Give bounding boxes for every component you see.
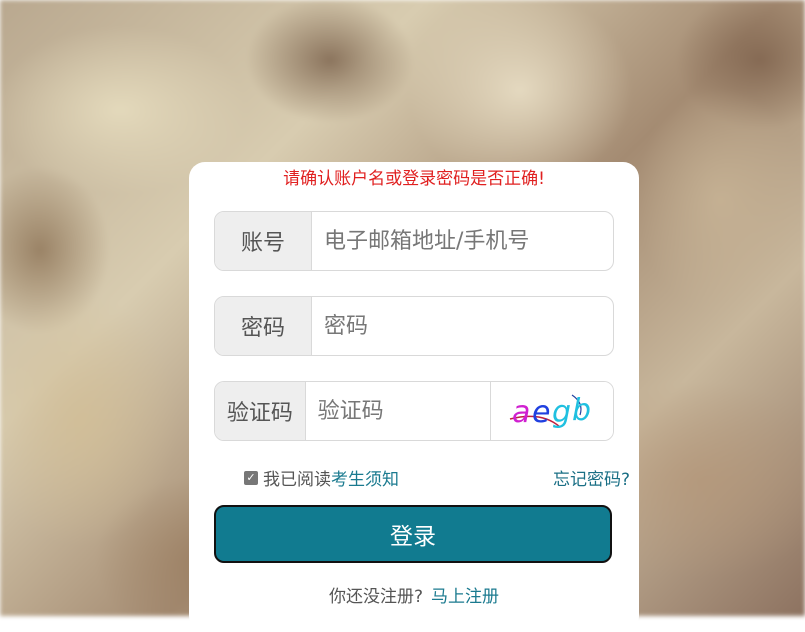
account-input[interactable] <box>312 212 613 270</box>
password-input[interactable] <box>312 297 613 355</box>
captcha-image[interactable]: a e g b <box>489 382 613 440</box>
captcha-label: 验证码 <box>215 382 306 440</box>
svg-text:a: a <box>512 395 530 430</box>
agreement-row: ✓ 我已阅读 考生须知 <box>244 465 399 490</box>
agreement-checkbox[interactable]: ✓ <box>244 470 258 485</box>
error-message: 请确认账户名或登录密码是否正确! <box>283 169 545 189</box>
agreement-link[interactable]: 考生须知 <box>331 465 399 490</box>
login-button[interactable]: 登录 <box>214 505 612 563</box>
account-label: 账号 <box>215 212 312 270</box>
captcha-field: 验证码 a e g b <box>214 381 614 441</box>
agreement-prefix: 我已阅读 <box>263 470 331 490</box>
svg-text:b: b <box>572 393 591 428</box>
register-link[interactable]: 马上注册 <box>431 587 499 607</box>
account-field: 账号 <box>214 211 614 271</box>
svg-text:g: g <box>552 395 571 430</box>
login-card: 请确认账户名或登录密码是否正确! 账号 密码 验证码 a e g b ✓ 我已阅… <box>189 162 639 632</box>
forgot-password-link[interactable]: 忘记密码? <box>553 465 630 490</box>
password-field: 密码 <box>214 296 614 356</box>
captcha-input[interactable] <box>305 382 490 440</box>
svg-text:e: e <box>532 395 550 430</box>
password-label: 密码 <box>215 297 312 355</box>
register-prompt: 你还没注册? <box>328 587 424 607</box>
register-row: 你还没注册? 马上注册 <box>189 582 639 607</box>
